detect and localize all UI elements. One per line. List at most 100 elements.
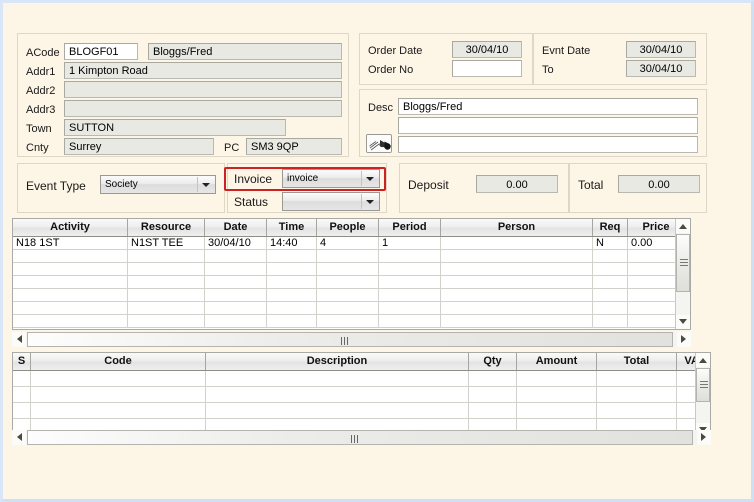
table-cell[interactable]: 14:40 [267,237,317,249]
column-header[interactable]: Period [379,219,441,236]
table-row[interactable] [13,276,690,289]
table-cell[interactable] [597,387,677,402]
table-cell[interactable]: N18 1ST [13,237,128,249]
table-row[interactable] [13,371,710,387]
addr1-field[interactable]: 1 Kimpton Road [64,62,342,79]
table-cell[interactable]: N [593,237,628,249]
status-dropdown[interactable] [282,192,380,211]
column-header[interactable]: Total [597,353,677,370]
table-cell[interactable] [128,315,205,327]
table-cell[interactable] [13,371,31,386]
booking-grid-body[interactable]: N18 1ST N1ST TEE 30/04/10 14:40 4 1 N 0.00 [13,237,690,329]
table-cell[interactable] [593,302,628,314]
table-cell[interactable] [13,315,128,327]
column-header[interactable]: Code [31,353,206,370]
column-header[interactable]: People [317,219,379,236]
table-row[interactable] [13,289,690,302]
table-cell[interactable] [441,263,593,275]
to-date-field[interactable]: 30/04/10 [626,60,696,77]
table-cell[interactable] [267,263,317,275]
table-cell[interactable] [441,315,593,327]
scroll-right-button[interactable] [697,430,711,445]
booking-grid-vscroll-thumb[interactable] [676,234,690,292]
table-cell[interactable] [517,387,597,402]
table-cell[interactable] [593,263,628,275]
total-field[interactable]: 0.00 [618,175,700,193]
table-row[interactable] [13,250,690,263]
table-cell[interactable] [205,263,267,275]
table-cell[interactable] [13,302,128,314]
deposit-field[interactable]: 0.00 [476,175,558,193]
table-row[interactable] [13,302,690,315]
booking-grid-hscroll-thumb[interactable] [27,332,673,347]
chevron-down-icon[interactable] [361,171,378,186]
column-header[interactable]: Person [441,219,593,236]
acode-field[interactable]: BLOGF01 [64,43,138,60]
column-header[interactable]: Resource [128,219,205,236]
table-cell[interactable] [267,315,317,327]
table-cell[interactable] [441,237,593,249]
lines-grid-vscroll-thumb[interactable] [696,368,710,402]
order-date-field[interactable]: 30/04/10 [452,41,522,58]
table-cell[interactable] [379,250,441,262]
invoice-dropdown[interactable]: invoice [282,169,380,188]
table-row[interactable] [13,263,690,276]
scroll-right-button[interactable] [677,332,691,347]
postcode-field[interactable]: SM3 9QP [246,138,342,155]
table-cell[interactable] [128,276,205,288]
table-cell[interactable] [31,403,206,418]
lines-grid-hscroll-thumb[interactable] [27,430,693,445]
table-cell[interactable] [206,403,469,418]
table-cell[interactable] [13,250,128,262]
order-no-field[interactable] [452,60,522,77]
table-cell[interactable] [267,276,317,288]
booking-grid-vscrollbar[interactable] [675,219,690,329]
table-cell[interactable] [597,403,677,418]
table-cell[interactable] [469,387,517,402]
column-header[interactable]: Qty [469,353,517,370]
table-cell[interactable] [128,263,205,275]
table-cell[interactable] [128,302,205,314]
customer-name-field[interactable]: Bloggs/Fred [148,43,342,60]
evnt-date-field[interactable]: 30/04/10 [626,41,696,58]
table-row[interactable] [13,403,710,419]
table-cell[interactable] [379,302,441,314]
table-cell[interactable]: 30/04/10 [205,237,267,249]
table-cell[interactable] [128,250,205,262]
table-cell[interactable] [317,315,379,327]
table-cell[interactable] [469,403,517,418]
chevron-down-icon[interactable] [197,177,214,192]
booking-grid-hscrollbar[interactable] [12,332,691,347]
table-cell[interactable] [128,289,205,301]
binoculars-icon[interactable] [366,134,392,153]
table-cell[interactable] [205,302,267,314]
table-cell[interactable] [379,289,441,301]
table-cell[interactable] [593,315,628,327]
scroll-down-button[interactable] [676,315,690,329]
table-cell[interactable] [267,289,317,301]
scroll-left-button[interactable] [12,332,26,347]
lines-grid-hscrollbar[interactable] [12,430,711,445]
lines-grid-body[interactable] [13,371,710,437]
column-header[interactable]: Date [205,219,267,236]
column-header[interactable]: Description [206,353,469,370]
column-header[interactable]: Time [267,219,317,236]
table-cell[interactable] [597,371,677,386]
table-cell[interactable] [205,276,267,288]
lines-grid-vscrollbar[interactable] [695,353,710,437]
table-cell[interactable] [379,263,441,275]
table-cell[interactable] [205,289,267,301]
table-cell[interactable] [267,250,317,262]
table-cell[interactable] [441,276,593,288]
table-row[interactable] [13,387,710,403]
table-cell[interactable] [13,387,31,402]
column-header[interactable]: Req [593,219,628,236]
table-cell[interactable] [317,276,379,288]
table-cell[interactable] [379,315,441,327]
column-header[interactable]: S [13,353,31,370]
table-cell[interactable] [13,263,128,275]
table-cell[interactable] [13,403,31,418]
desc-line2-field[interactable] [398,117,698,134]
table-cell[interactable] [593,250,628,262]
table-cell[interactable] [441,289,593,301]
